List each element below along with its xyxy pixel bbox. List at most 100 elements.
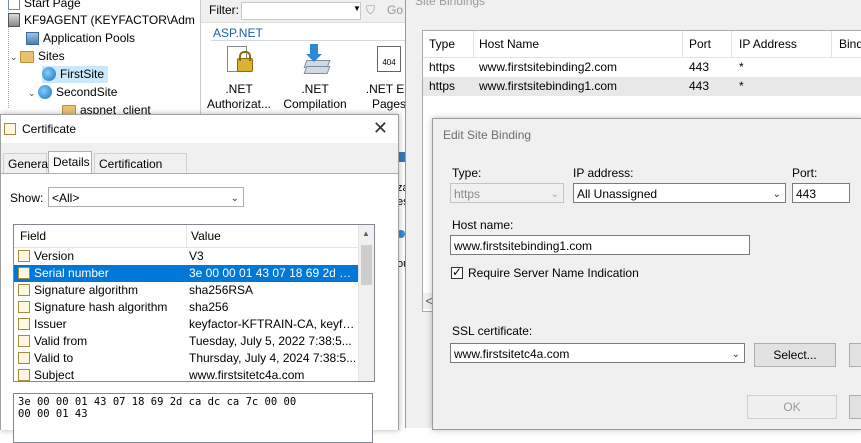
- filter-input[interactable]: [241, 2, 361, 20]
- tree-item-server[interactable]: KF9AGENT (KEYFACTOR\Adm: [8, 12, 195, 29]
- collapse-chevron-icon[interactable]: ⌄: [28, 85, 38, 102]
- group-divider: [211, 40, 416, 41]
- compilation-stack-icon: [299, 44, 331, 80]
- field-name: Subject: [34, 368, 75, 382]
- list-item[interactable]: Serial number 3e 00 00 01 43 07 18 69 2d …: [14, 265, 358, 282]
- feature-net-authorization[interactable]: .NET Authorizat...: [203, 44, 275, 112]
- title-bar: Certificate ✕: [1, 115, 398, 143]
- tab-details[interactable]: Details: [48, 151, 92, 174]
- connections-tree: Start Page KF9AGENT (KEYFACTOR\Adm Appli…: [0, 0, 200, 130]
- column-header[interactable]: Value: [191, 225, 221, 247]
- start-page-icon: [8, 0, 20, 10]
- type-select: https ⌄: [450, 183, 564, 203]
- ssl-certificate-label: SSL certificate:: [452, 324, 533, 338]
- field-name: Serial number: [34, 266, 109, 280]
- scroll-up-icon[interactable]: ▲: [362, 229, 370, 238]
- column-header[interactable]: Field: [20, 225, 46, 247]
- scrollbar-thumb[interactable]: [361, 245, 372, 285]
- list-item[interactable]: Valid to Thursday, July 4, 2024 7:38:5...: [14, 350, 358, 367]
- field-property-icon: [18, 301, 30, 313]
- chevron-down-icon: ⌄: [772, 189, 781, 200]
- field-name: Issuer: [34, 317, 67, 331]
- select-certificate-button[interactable]: Select...: [754, 343, 836, 367]
- list-item[interactable]: Subject www.firstsitetc4a.com: [14, 367, 358, 382]
- field-property-icon: [18, 335, 30, 347]
- cancel-button[interactable]: [849, 395, 861, 419]
- field-name: Signature algorithm: [34, 283, 139, 297]
- site-globe-icon: [38, 85, 52, 99]
- ip-address-label: IP address:: [573, 166, 634, 180]
- table-row[interactable]: https www.firstsitebinding1.com 443 *: [423, 77, 861, 96]
- chevron-down-icon: ⌄: [731, 349, 740, 360]
- field-property-icon: [18, 352, 30, 364]
- field-property-icon: [18, 369, 30, 381]
- list-item[interactable]: Valid from Tuesday, July 5, 2022 7:38:5..…: [14, 333, 358, 350]
- column-header[interactable]: Host Name: [479, 31, 539, 57]
- collapse-chevron-icon[interactable]: ⌄: [10, 49, 20, 66]
- port-input[interactable]: 443: [792, 183, 850, 203]
- authorization-lock-icon: [223, 44, 255, 80]
- dialog-title: Site Bindings: [415, 0, 486, 8]
- field-value: sha256RSA: [189, 283, 254, 297]
- ip-address-select[interactable]: All Unassigned ⌄: [573, 183, 786, 203]
- go-funnel-icon: ⛉: [366, 3, 376, 17]
- tab-general[interactable]: General: [3, 153, 51, 173]
- column-header[interactable]: Type: [429, 31, 455, 57]
- filter-dropdown-icon[interactable]: ▼: [353, 4, 361, 13]
- list-item[interactable]: Signature hash algorithm sha256: [14, 299, 358, 316]
- features-pane: Filter: ▼ ⛉ Go ASP.NET .NET Authorizat..…: [200, 0, 416, 130]
- sni-checkbox[interactable]: [451, 265, 463, 279]
- field-value: V3: [189, 249, 204, 263]
- show-select[interactable]: <All> ⌄: [48, 187, 244, 207]
- column-header[interactable]: Port: [689, 31, 711, 57]
- ok-button[interactable]: OK: [747, 395, 837, 419]
- dialog-title: Certificate: [22, 122, 77, 136]
- field-value: keyfactor-KFTRAIN-CA, keyfa...: [189, 317, 357, 331]
- field-property-icon: [18, 284, 30, 296]
- tab-certification-path[interactable]: Certification Path: [94, 153, 187, 191]
- field-name: Valid from: [34, 334, 88, 348]
- field-property-icon: [18, 267, 30, 279]
- edit-site-binding-dialog: Edit Site Binding Type: https ⌄ IP addre…: [432, 118, 861, 430]
- list-item[interactable]: Issuer keyfactor-KFTRAIN-CA, keyfa...: [14, 316, 358, 333]
- field-value: www.firstsitetc4a.com: [189, 368, 305, 382]
- scrollbar[interactable]: ▲: [358, 225, 374, 381]
- field-property-icon: [18, 250, 30, 262]
- column-header[interactable]: IP Address: [739, 31, 797, 57]
- tree-item-firstsite[interactable]: FirstSite: [42, 66, 109, 83]
- error-page-404-icon: 404: [373, 44, 405, 80]
- type-label: Type:: [452, 166, 482, 180]
- close-icon[interactable]: ✕: [373, 118, 388, 139]
- list-item[interactable]: Signature algorithm sha256RSA: [14, 282, 358, 299]
- table-row[interactable]: https www.firstsitebinding2.com 443 *: [423, 58, 861, 77]
- ssl-certificate-select[interactable]: www.firstsitetc4a.com ⌄: [450, 343, 745, 363]
- field-property-icon: [18, 318, 30, 330]
- dialog-title: Edit Site Binding: [443, 128, 532, 142]
- field-value: Thursday, July 4, 2024 7:38:5...: [189, 351, 357, 365]
- tree-item-start-page[interactable]: Start Page: [8, 0, 81, 12]
- tree-item-secondsite[interactable]: ⌄ SecondSite: [28, 84, 117, 101]
- column-header[interactable]: Bind: [839, 31, 861, 57]
- field-name: Valid to: [34, 351, 74, 365]
- chevron-down-icon: ⌄: [550, 189, 559, 200]
- view-certificate-button[interactable]: [849, 343, 861, 367]
- table-header: Type Host Name Port IP Address Bind: [423, 31, 861, 58]
- field-value: 3e 00 00 01 43 07 18 69 2d ca...: [189, 266, 357, 280]
- sni-label: Require Server Name Indication: [468, 266, 639, 280]
- site-globe-icon: [42, 67, 56, 81]
- tree-item-application-pools[interactable]: Application Pools: [26, 30, 135, 47]
- tree-item-sites[interactable]: ⌄ Sites: [10, 48, 65, 65]
- host-name-label: Host name:: [452, 218, 514, 232]
- feature-net-compilation[interactable]: .NET Compilation: [279, 44, 351, 112]
- go-button[interactable]: Go: [387, 3, 403, 17]
- chevron-down-icon: ⌄: [230, 193, 239, 204]
- sites-folder-icon: [20, 51, 34, 63]
- port-label: Port:: [792, 166, 818, 180]
- host-name-input[interactable]: www.firstsitebinding1.com: [450, 235, 750, 255]
- fields-list[interactable]: Field Value Version V3 Serial number 3e 00 …: [13, 224, 375, 382]
- field-value: sha256: [189, 300, 229, 314]
- filter-label: Filter:: [209, 3, 239, 17]
- field-value-textbox[interactable]: 3e 00 00 01 43 07 18 69 2d ca dc ca 7c 0…: [13, 393, 373, 443]
- show-label: Show:: [10, 191, 44, 205]
- list-item[interactable]: Version V3: [14, 248, 358, 265]
